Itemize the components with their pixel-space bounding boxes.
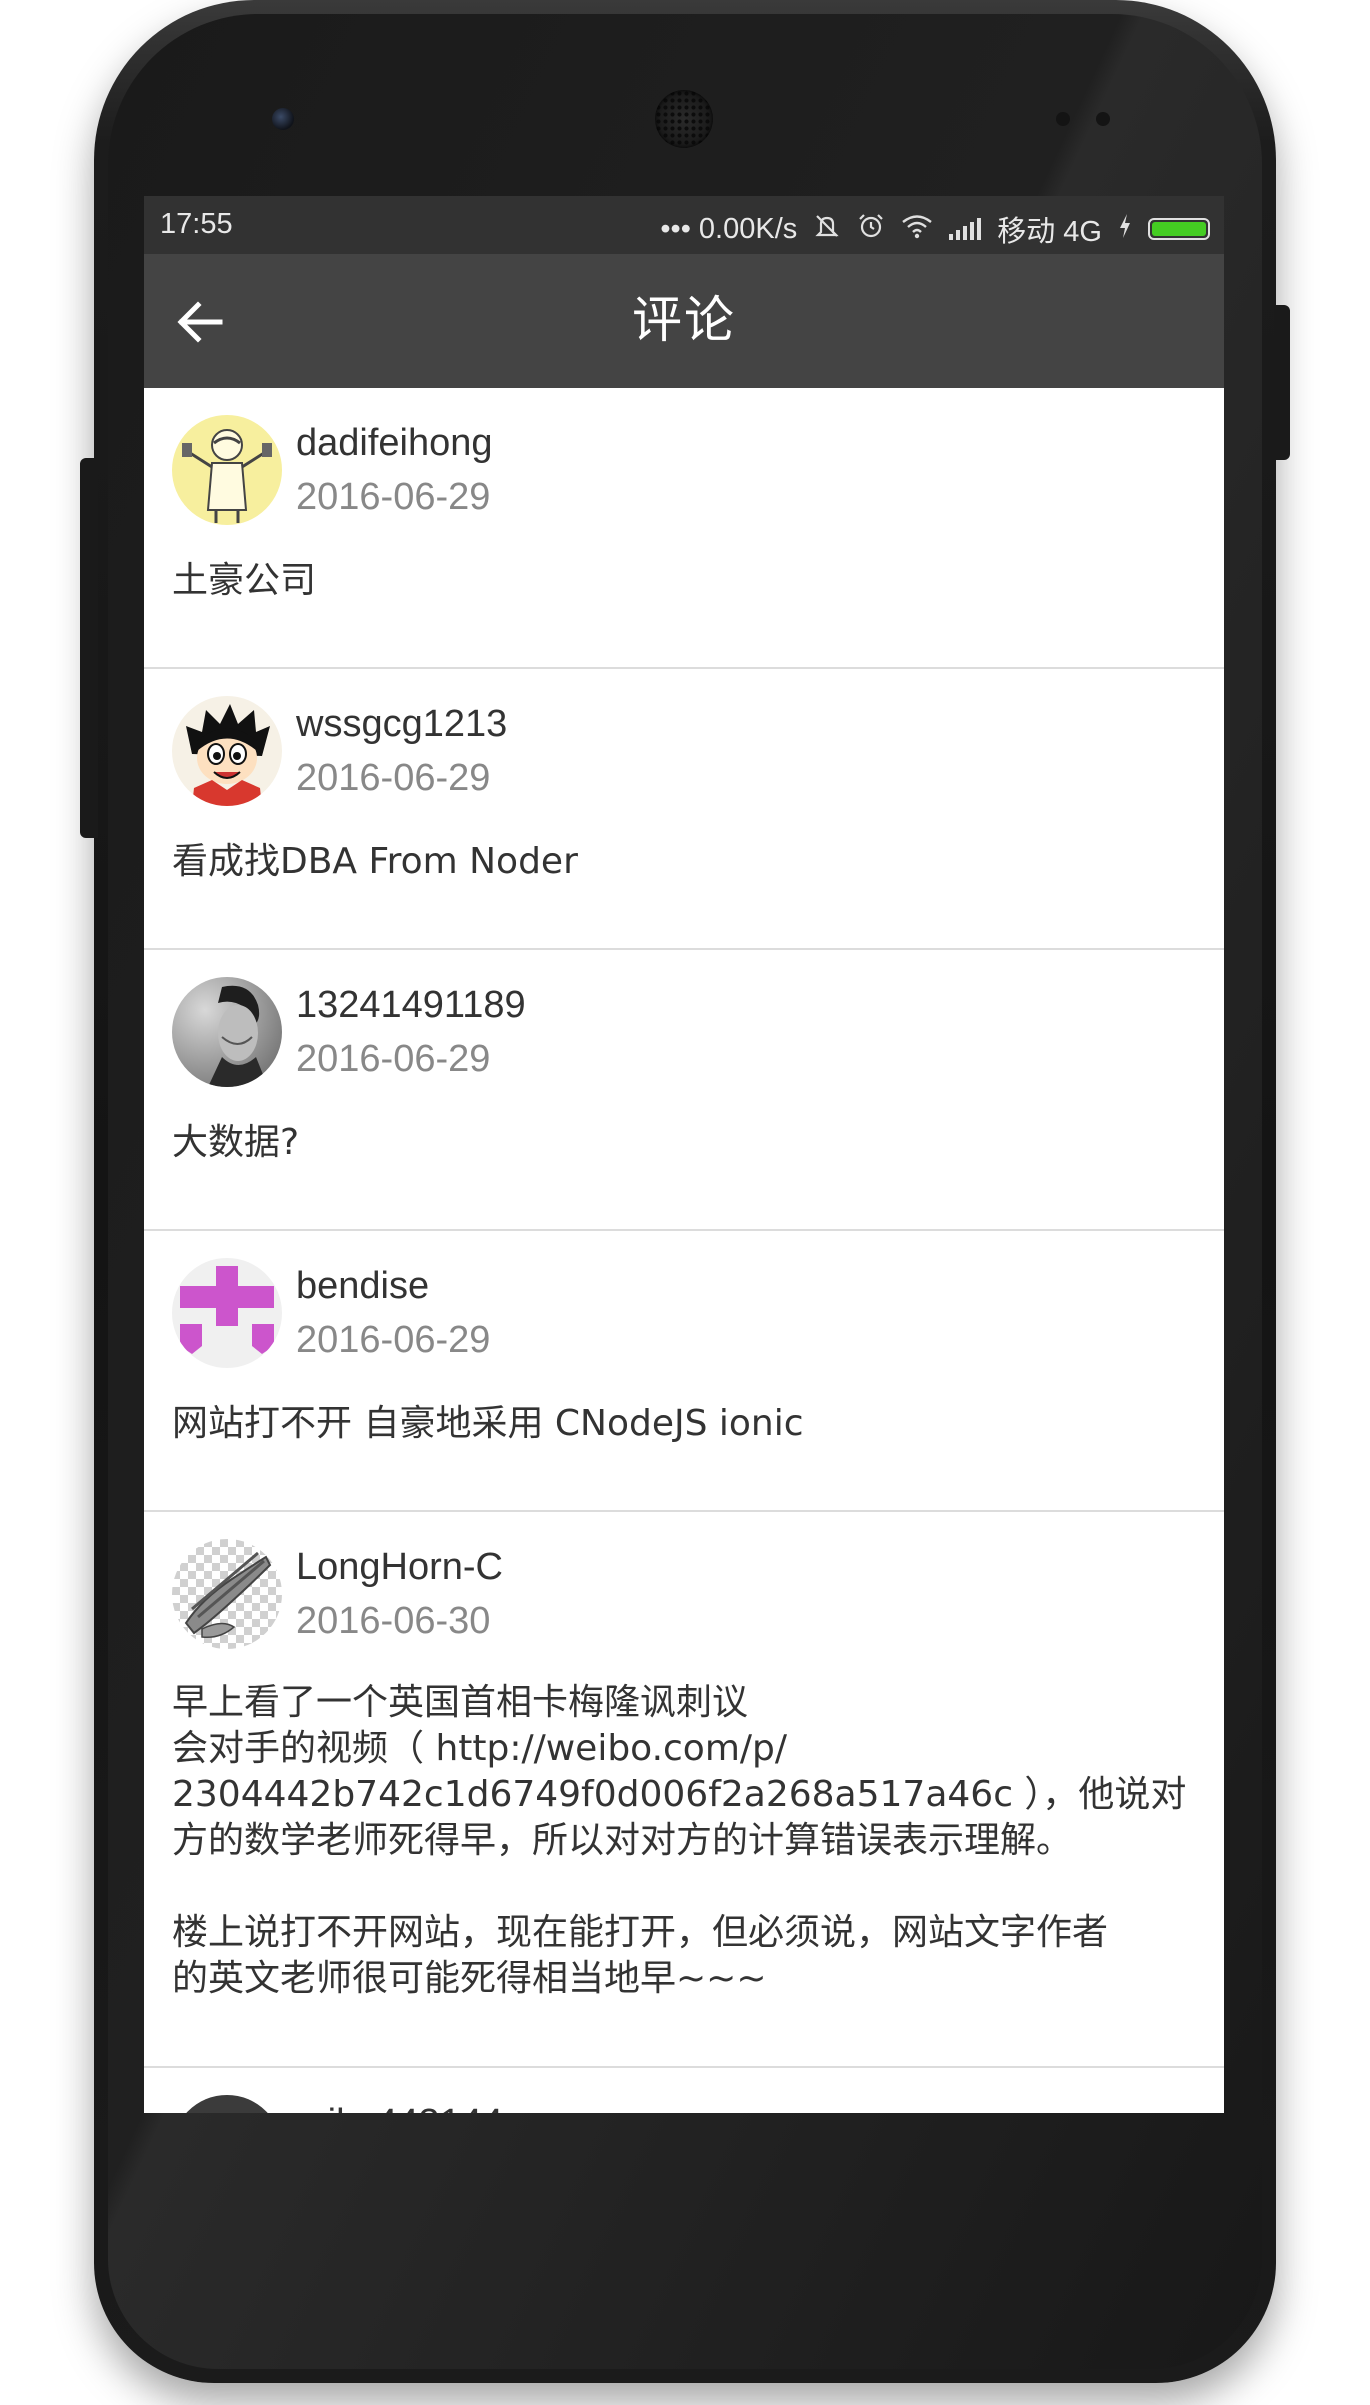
comment-item[interactable]: mike443144 [144, 2068, 1224, 2113]
mute-icon [813, 212, 841, 246]
alarm-icon [857, 212, 885, 246]
comment-date: 2016-06-29 [296, 1038, 491, 1080]
status-icons: ••• 0.00K/s 移动 4G [660, 208, 1210, 250]
comment-username[interactable]: 13241491189 [296, 984, 526, 1027]
network-speed: ••• 0.00K/s [660, 212, 798, 245]
comment-username[interactable]: dadifeihong [296, 422, 493, 465]
avatar[interactable] [172, 1539, 282, 1649]
comment-username[interactable]: bendise [296, 1265, 429, 1308]
comment-item[interactable]: dadifeihong 2016-06-29 土豪公司 [144, 388, 1224, 669]
comment-content: 早上看了一个英国首相卡梅隆讽刺议 会对手的视频（ http://weibo.co… [172, 1682, 1187, 1999]
proximity-sensor [1056, 112, 1070, 126]
screen: 17:55 ••• 0.00K/s 移动 4G 评论 dadifeihong 2… [144, 196, 1224, 2113]
carrier-label: 移动 4G [997, 216, 1102, 248]
comment-content: 看成找DBA From Noder [172, 841, 578, 882]
power-button [1274, 305, 1290, 460]
light-sensor [1096, 112, 1110, 126]
comment-username[interactable]: mike443144 [296, 2102, 503, 2113]
comment-item[interactable]: LongHorn-C 2016-06-30 早上看了一个英国首相卡梅隆讽刺议 会… [144, 1512, 1224, 2068]
comment-date: 2016-06-29 [296, 1319, 491, 1361]
avatar[interactable] [172, 415, 282, 525]
comment-list[interactable]: dadifeihong 2016-06-29 土豪公司 wssgcg1213 2… [144, 388, 1224, 2113]
app-bar: 评论 [144, 254, 1224, 388]
wifi-icon [901, 213, 933, 245]
avatar[interactable] [172, 1258, 282, 1368]
comment-content: 大数据? [172, 1122, 300, 1163]
signal-icon [949, 218, 982, 240]
comment-content: 网站打不开 自豪地采用 CNodeJS ionic [172, 1403, 804, 1444]
avatar[interactable] [172, 2095, 282, 2113]
page-title: 评论 [632, 291, 736, 349]
comment-username[interactable]: wssgcg1213 [296, 703, 507, 746]
comment-content: 土豪公司 [172, 560, 317, 601]
earpiece-speaker [655, 90, 713, 148]
comment-item[interactable]: wssgcg1213 2016-06-29 看成找DBA From Noder [144, 669, 1224, 950]
comment-username[interactable]: LongHorn-C [296, 1546, 503, 1589]
avatar[interactable] [172, 696, 282, 806]
volume-button [80, 458, 98, 838]
comment-date: 2016-06-29 [296, 757, 491, 799]
avatar[interactable] [172, 977, 282, 1087]
battery-icon [1148, 218, 1210, 240]
status-bar: 17:55 ••• 0.00K/s 移动 4G [144, 196, 1224, 254]
comment-item[interactable]: 13241491189 2016-06-29 大数据? [144, 950, 1224, 1231]
comment-item[interactable]: bendise 2016-06-29 网站打不开 自豪地采用 CNodeJS i… [144, 1231, 1224, 1512]
comment-date: 2016-06-30 [296, 1600, 491, 1642]
front-camera [272, 108, 294, 130]
comment-date: 2016-06-29 [296, 476, 491, 518]
status-time: 17:55 [160, 208, 233, 240]
charging-icon [1118, 213, 1132, 245]
